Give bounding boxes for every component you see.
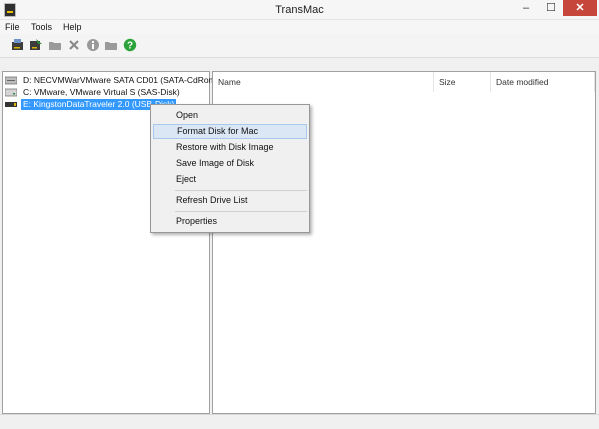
context-menu-eject[interactable]: Eject bbox=[153, 172, 307, 187]
context-menu-separator bbox=[175, 211, 307, 212]
maximize-button[interactable]: ☐ bbox=[539, 0, 563, 16]
close-button[interactable]: ✕ bbox=[563, 0, 597, 16]
info-icon[interactable] bbox=[86, 38, 100, 52]
context-menu-refresh-drives[interactable]: Refresh Drive List bbox=[153, 193, 307, 208]
menu-tools[interactable]: Tools bbox=[31, 22, 52, 32]
svg-text:?: ? bbox=[127, 41, 133, 52]
context-menu-open[interactable]: Open bbox=[153, 108, 307, 123]
open-disk-icon[interactable] bbox=[11, 38, 25, 52]
cdrom-drive-icon bbox=[4, 76, 18, 85]
column-header-size[interactable]: Size bbox=[434, 72, 491, 92]
restore-image-icon[interactable] bbox=[29, 38, 43, 52]
column-header-name[interactable]: Name bbox=[213, 72, 434, 92]
menu-bar: File Tools Help bbox=[0, 20, 599, 34]
menu-help[interactable]: Help bbox=[63, 22, 82, 32]
context-menu-properties[interactable]: Properties bbox=[153, 214, 307, 229]
hard-disk-icon bbox=[4, 88, 18, 97]
toolbar: ? bbox=[0, 34, 599, 58]
folder-icon[interactable] bbox=[48, 38, 62, 52]
menu-file[interactable]: File bbox=[5, 22, 20, 32]
usb-drive-icon bbox=[5, 100, 17, 109]
delete-icon[interactable] bbox=[67, 38, 81, 52]
context-menu-restore-image[interactable]: Restore with Disk Image bbox=[153, 140, 307, 155]
title-bar: TransMac – ☐ ✕ bbox=[0, 0, 599, 20]
context-menu-separator bbox=[175, 190, 307, 191]
window-title: TransMac bbox=[275, 4, 324, 16]
minimize-button[interactable]: – bbox=[513, 0, 539, 16]
help-icon[interactable]: ? bbox=[123, 38, 137, 52]
new-folder-icon[interactable] bbox=[104, 38, 118, 52]
context-menu-format-disk[interactable]: Format Disk for Mac bbox=[153, 124, 307, 139]
column-header-date-modified[interactable]: Date modified bbox=[491, 72, 595, 92]
drive-context-menu: Open Format Disk for Mac Restore with Di… bbox=[150, 104, 310, 233]
status-bar bbox=[0, 414, 599, 429]
context-menu-save-image[interactable]: Save Image of Disk bbox=[153, 156, 307, 171]
drive-label: C: VMware, VMware Virtual S (SAS-Disk) bbox=[23, 87, 180, 97]
drive-label: D: NECVMWarVMware SATA CD01 (SATA-CdRom) bbox=[23, 75, 219, 85]
